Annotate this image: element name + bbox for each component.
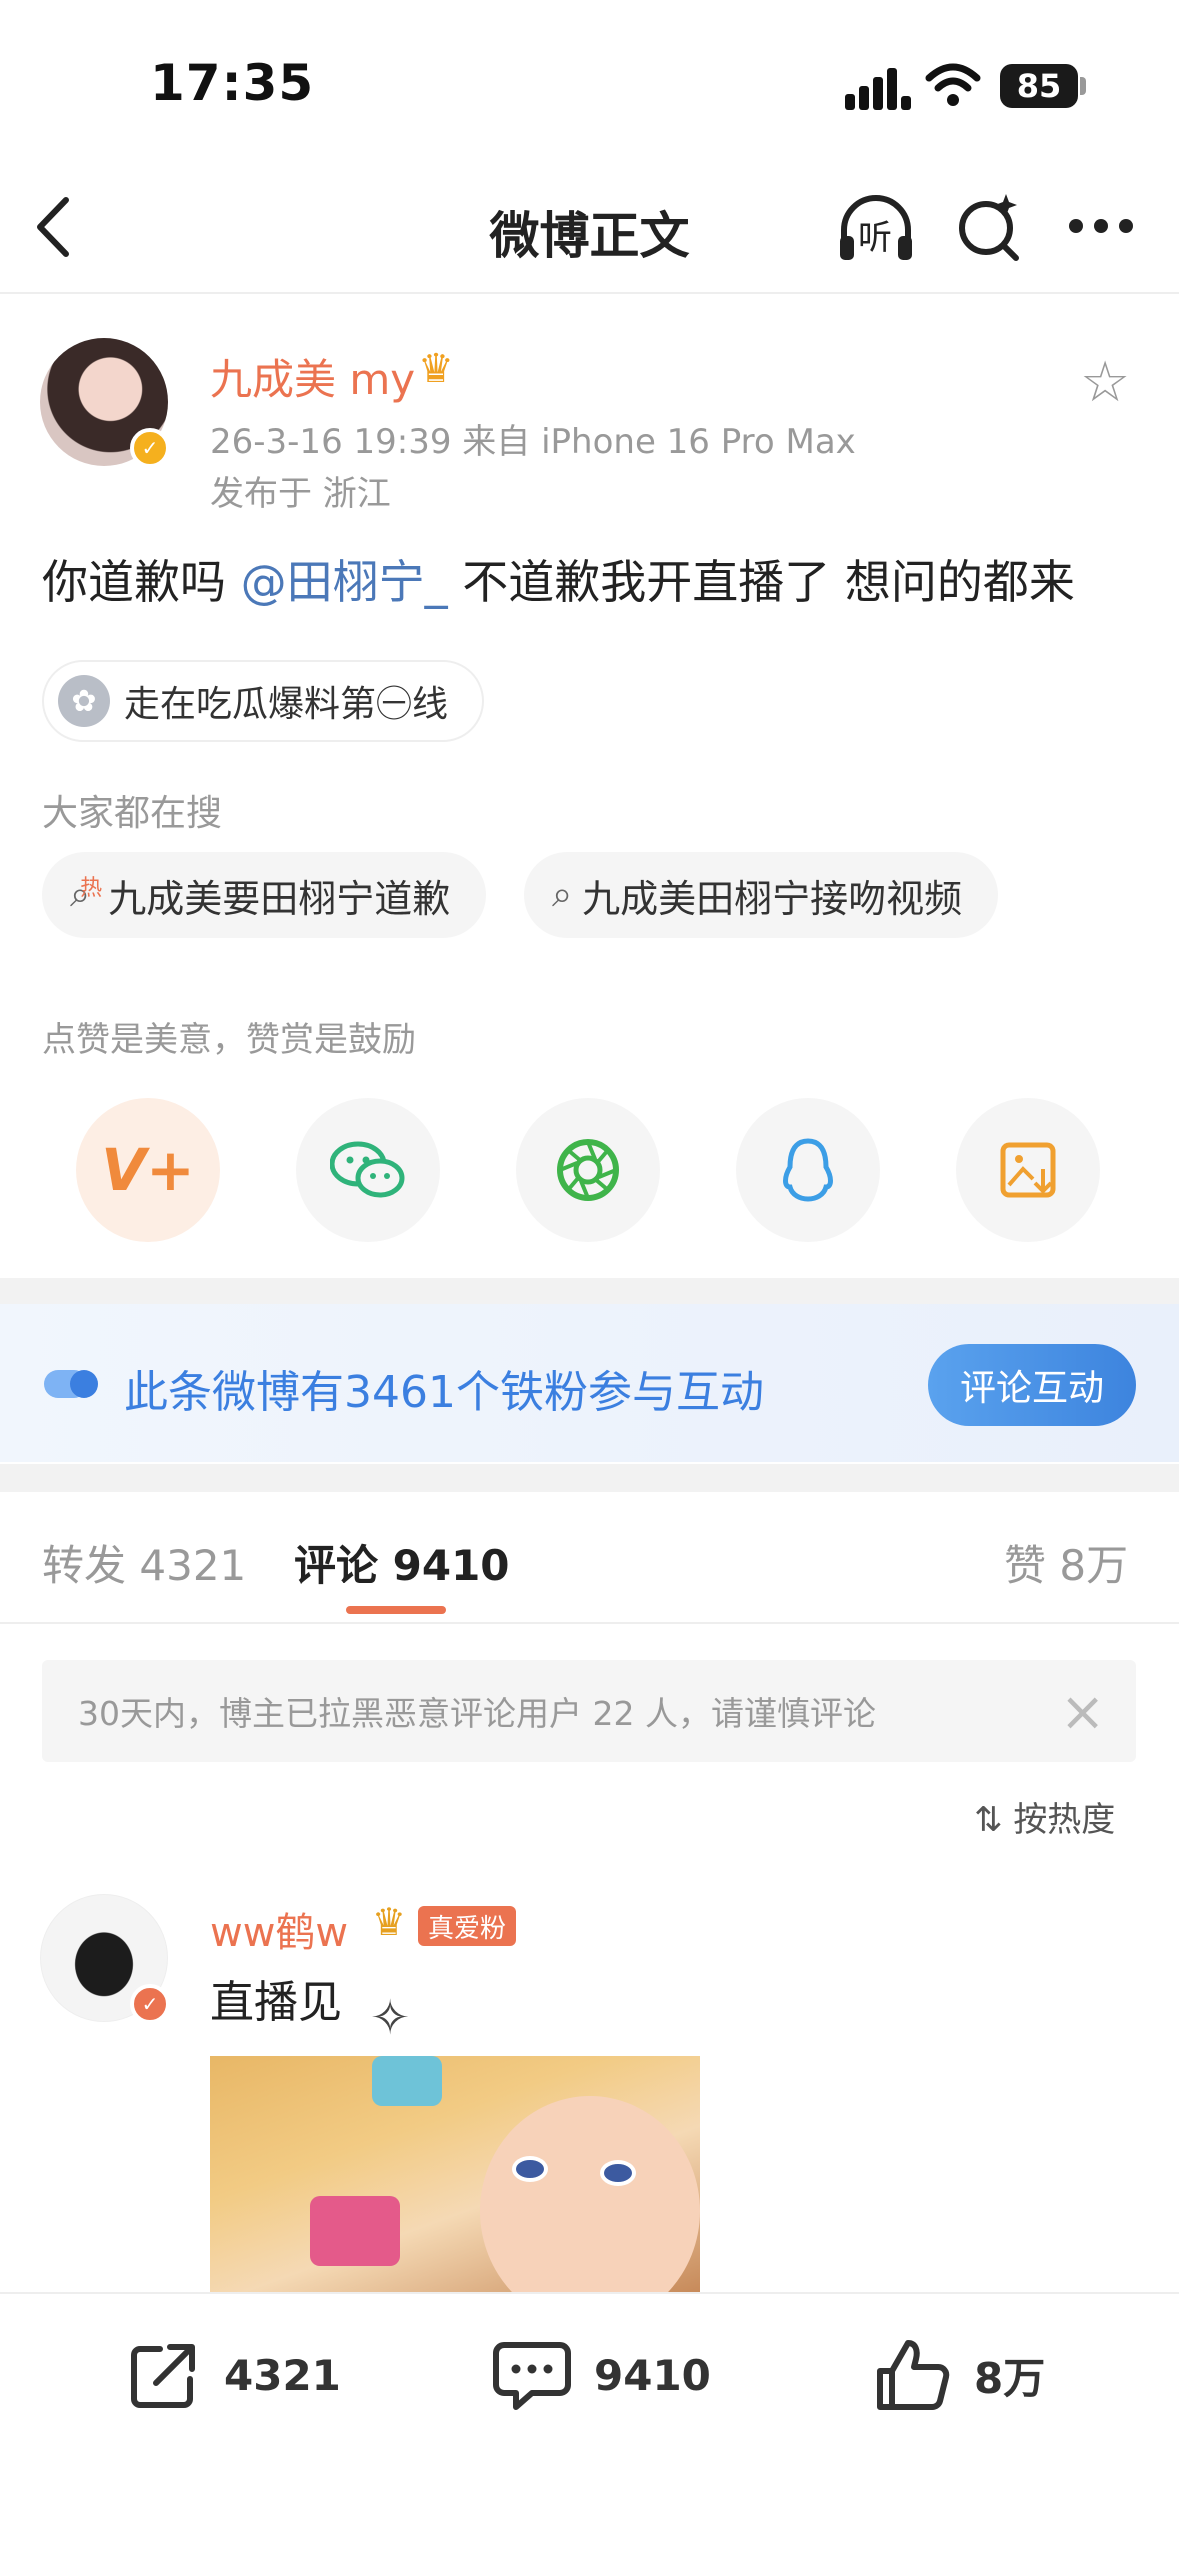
comment-button[interactable]: 9410 [492,2330,711,2420]
comment-image[interactable] [210,2056,700,2292]
signal-icon [845,68,911,110]
nav-divider [0,292,1179,294]
wechat-share-button[interactable] [296,1098,440,1242]
comment-text: 直播见 [210,1977,342,2028]
crown-icon: ♛ [418,346,454,392]
tab-comment-label: 评论 [294,1541,379,1590]
battery-indicator: 85 [1000,64,1078,108]
image-eye [512,2156,548,2182]
save-image-icon [1000,1142,1056,1198]
commenter-name[interactable]: ww鹤w [210,1900,348,1958]
repost-icon [131,2344,195,2408]
search-suggestion-2[interactable]: ⌕ 九成美田栩宁接吻视频 [524,852,999,938]
comment-icon [493,2342,571,2410]
tab-repost-count: 4321 [139,1541,247,1590]
repost-count: 4321 [224,2350,341,2400]
topic-icon: ✿ [58,675,110,727]
image-pink-shape [310,2196,400,2266]
comment-count: 9410 [594,2350,711,2400]
wechat-icon [330,1141,405,1198]
post-time-source: 26-3-16 19:39 来自 iPhone 16 Pro Max [210,422,856,462]
status-time: 17:35 [150,54,315,112]
tab-like-count: 8万 [1059,1541,1129,1590]
hot-tag: 热 [80,876,103,901]
comment-interact-button[interactable]: 评论互动 [928,1344,1136,1426]
topic-pill[interactable]: ✿ 走在吃瓜爆料第㊀线 [42,660,485,742]
image-eye [600,2160,636,2186]
fan-interaction-icon [44,1370,98,1398]
tab-repost[interactable]: 转发 4321 [42,1532,246,1593]
crown-icon: ♛ [372,1900,407,1944]
tab-comment-count: 9410 [392,1541,510,1590]
listen-label: 听 [858,218,892,258]
qq-share-button[interactable] [736,1098,880,1242]
search-icon: ⌕ [552,874,573,915]
moments-share-button[interactable] [516,1098,660,1242]
weibo-share-button[interactable]: V+ [76,1098,220,1242]
tab-like[interactable]: 赞 8万 [1004,1532,1128,1593]
verified-badge: ✓ [130,1984,170,2024]
like-icon [877,2340,950,2410]
fan-badge: 真爱粉 [418,1906,517,1946]
image-bow [372,2056,442,2106]
sort-button[interactable]: ⇅ 按热度 [974,1792,1115,1841]
sort-label: 按热度 [1013,1800,1116,1840]
sort-icon: ⇅ [974,1800,1003,1840]
verified-badge: ✓ [130,428,170,468]
weibo-share-icon: V+ [101,1136,195,1204]
notice-text: 30天内，博主已拉黑恶意评论用户 22 人，请谨慎评论 [78,1694,876,1733]
search-suggestion-label: 九成美要田栩宁道歉 [108,876,451,921]
close-icon[interactable]: × [1060,1680,1105,1743]
more-icon[interactable] [1068,218,1134,234]
search-suggestion-1[interactable]: ⌕ 热 九成美要田栩宁道歉 [42,852,487,938]
author-name[interactable]: 九成美 my [210,346,415,407]
like-count: 8万 [974,2353,1046,2403]
mention-link[interactable]: @田栩宁_ [241,555,448,609]
like-button[interactable]: 8万 [874,2330,1045,2420]
wifi-icon [925,63,981,106]
reward-text: 点赞是美意，赞赏是鼓励 [42,1020,416,1060]
battery-nub [1080,77,1086,95]
fan-banner-text: 此条微博有3461个铁粉参与互动 [124,1367,764,1418]
image-face [480,2096,700,2292]
tab-active-indicator [346,1606,446,1614]
tab-repost-label: 转发 [42,1541,127,1590]
section-separator [0,1278,1179,1306]
tab-divider [0,1622,1179,1624]
post-text-after: 不道歉我开直播了 想问的都来 [447,555,1075,609]
qq-icon [783,1138,833,1202]
search-heading: 大家都在搜 [42,793,223,834]
topic-label: 走在吃瓜爆料第㊀线 [124,684,449,725]
search-suggestion-label: 九成美田栩宁接吻视频 [582,876,963,921]
save-image-button[interactable] [956,1098,1100,1242]
tab-comment[interactable]: 评论 9410 [294,1532,510,1593]
post-text-before: 你道歉吗 [42,555,241,609]
tab-like-label: 赞 [1004,1541,1047,1590]
section-separator [0,1464,1179,1492]
search-icon[interactable] [954,190,1024,266]
star-icon[interactable]: ☆ [1080,350,1130,415]
moments-icon [557,1139,619,1201]
post-text: 你道歉吗 @田栩宁_ 不道歉我开直播了 想问的都来 [42,546,1075,612]
post-location: 发布于 浙江 [210,474,391,514]
butterfly-icon: ✧ [370,1990,411,2046]
comment-notice: 30天内，博主已拉黑恶意评论用户 22 人，请谨慎评论 [42,1660,1136,1762]
listen-button[interactable]: 听 [836,190,916,266]
repost-button[interactable]: 4321 [126,2330,341,2420]
